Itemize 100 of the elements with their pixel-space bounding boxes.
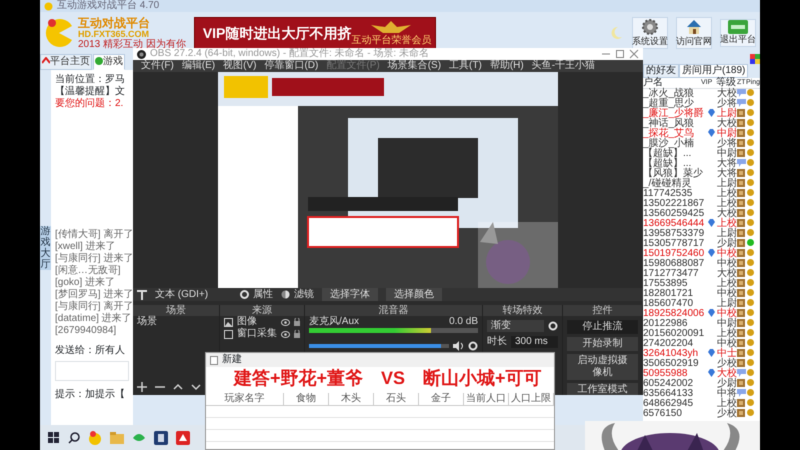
control-button[interactable]: 工作室模式 [567, 383, 638, 395]
duration-label: 时长 [487, 336, 507, 348]
filters-button[interactable]: 滤镜 [281, 288, 314, 300]
user-name: _/碰碰精灵 [643, 179, 692, 189]
hint-text: 提示：加提示【 [55, 389, 126, 401]
overlay-caption: 建答+野花+董爷 VS 断山小城+可可 [232, 367, 543, 390]
user-level: 中校 [717, 339, 737, 349]
user-level: 大将 [717, 169, 737, 179]
user-name: 635664133 [643, 389, 694, 399]
tab[interactable]: 平台主页 [40, 54, 92, 70]
tab[interactable]: 的好友 [643, 64, 679, 78]
user-name: _神话_风狼 [643, 119, 696, 129]
user-name: 18925824006 [643, 309, 706, 319]
dock-title: 场景 [133, 305, 219, 316]
column-header: 当前人口 [464, 393, 509, 406]
send-to-label: 发送给： [55, 345, 95, 357]
menu-item[interactable]: 停靠窗口(D) [264, 60, 318, 72]
user-level: 大校 [717, 89, 737, 99]
user-level: 少将 [717, 99, 737, 109]
transition-dropdown[interactable]: 渐变 [487, 320, 544, 332]
user-name: 274202204 [643, 339, 694, 349]
user-name: 13502221867 [643, 199, 706, 209]
menu-item[interactable]: 头鱼-千王小猫 [532, 60, 596, 72]
properties-button[interactable]: 属性 [240, 288, 274, 300]
header-button[interactable]: 退出平台 [720, 19, 756, 47]
user-level: 中将 [717, 389, 737, 399]
user-name: 15019752460 [643, 249, 706, 259]
source-item[interactable]: 窗口采集 [220, 328, 304, 340]
column-header: 金子 [419, 393, 464, 406]
user-level: 中尉 [717, 319, 737, 329]
user-name: 【超缺】... [643, 159, 692, 169]
user-level: 中士 [717, 349, 737, 359]
menu-item[interactable]: 编辑(E) [182, 60, 216, 72]
user-name: _探花_艾鸟 [643, 129, 696, 139]
control-button[interactable]: 停止推流 [567, 320, 638, 334]
user-level: 少将 [717, 139, 737, 149]
user-name: 15980688087 [643, 259, 706, 269]
menu-item[interactable]: 视图(V) [223, 60, 256, 72]
select-font-button[interactable]: 选择字体 [322, 288, 378, 301]
banner-caption: 互动平台荣誉会员 [351, 34, 432, 46]
user-name: 32641043yh [643, 349, 700, 359]
user-name: _冰火_战狼 [643, 89, 696, 99]
user-level: 大校 [717, 369, 737, 379]
user-name: 648662945 [643, 399, 694, 409]
user-level: 中尉 [717, 129, 737, 139]
column-header: 人口上限 [509, 393, 554, 406]
column-header: 等级 [716, 78, 736, 88]
dock-title: 转场特效 [483, 305, 562, 316]
chat-message: [2679940984] [55, 325, 118, 337]
duration-field[interactable]: 300 ms [511, 336, 558, 348]
user-level: 中校 [717, 259, 737, 269]
dock-title: 混音器 [305, 305, 482, 316]
control-button[interactable]: 开始录制 [567, 337, 638, 351]
window-title: 互动游戏对战平台 4.70 [57, 0, 160, 12]
menu-item[interactable]: 文件(F) [141, 60, 174, 72]
user-name: 20156020091 [643, 329, 706, 339]
header-button[interactable]: 访问官网 [676, 17, 712, 49]
header-button[interactable]: 系统设置 [632, 17, 668, 49]
tab[interactable]: 房间用户(189) [679, 64, 748, 78]
user-name: 【超缺】... [643, 149, 692, 159]
chat-message: [datatime] 进来了 [55, 313, 129, 325]
recipient-field[interactable]: 所有人 [95, 345, 125, 357]
user-name: _廉江_少将爵 [643, 109, 706, 119]
user-level: 上尉 [717, 109, 737, 119]
user-level: 中校 [717, 309, 737, 319]
user-name: 50955988 [643, 369, 688, 379]
user-level: 中校 [717, 289, 737, 299]
user-name: 117742535 [643, 189, 694, 199]
user-level: 少校 [717, 359, 737, 369]
scene-item[interactable]: 场景 [133, 316, 219, 328]
user-name: 182801721 [643, 289, 694, 299]
user-name: 605242002 [643, 379, 694, 389]
logo-url: HD.FXT365.COM [78, 28, 150, 38]
source-item[interactable]: 图像 [220, 316, 304, 328]
menu-item[interactable]: 帮助(H) [490, 60, 524, 72]
user-level: 少尉 [717, 239, 737, 249]
user-level: 少尉 [717, 379, 737, 389]
side-tab[interactable]: 游戏大厅 [40, 226, 51, 270]
user-level: 上校 [717, 329, 737, 339]
user-level: 少校 [717, 409, 737, 419]
column-header: 木头 [329, 393, 374, 406]
logo-title: 互动对战平台 [78, 16, 151, 28]
user-name: 15305778717 [643, 239, 706, 249]
warning-text: 要您的问题：2. [55, 98, 124, 110]
user-name: 1712773477 [643, 269, 700, 279]
control-button[interactable]: 启动虚拟摄像机 [567, 354, 638, 380]
user-level: 上尉 [717, 179, 737, 189]
select-color-button[interactable]: 选择颜色 [386, 288, 442, 301]
user-level: 上校 [717, 219, 737, 229]
user-level: 大校 [717, 269, 737, 279]
menu-item[interactable]: 场景集合(S) [388, 60, 442, 72]
chat-message: [闲意…无敌哥] [55, 265, 122, 276]
column-header: 户名 [643, 78, 663, 88]
user-name: 17553895 [643, 279, 688, 289]
tab[interactable]: 游戏 [93, 54, 125, 70]
menu-item[interactable]: 工具(T) [449, 60, 482, 72]
user-name: 185607470 [643, 299, 694, 309]
user-level: 大校 [717, 119, 737, 129]
dock-title: 来源 [220, 305, 304, 316]
user-name: 20122986 [643, 319, 688, 329]
